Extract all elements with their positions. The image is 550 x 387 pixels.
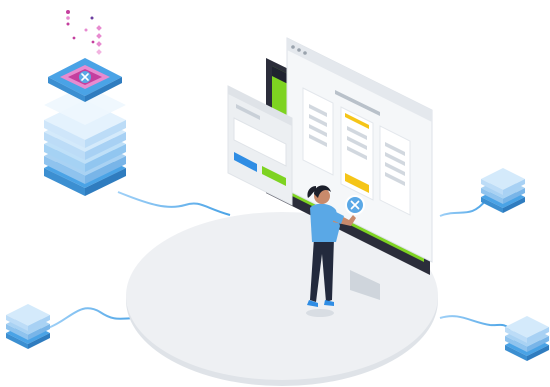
card-column-1 [302,87,334,176]
card-column-3 [379,125,411,216]
node-stack-right-bottom [505,316,549,361]
card-column-2 [340,106,374,201]
node-stack-left-bottom [6,304,50,349]
cable-right-bottom [439,315,511,331]
node-stack-right-top [481,168,525,213]
person-shirt [310,203,340,242]
cable-left-bottom [47,307,141,329]
interaction-bubble [345,195,365,215]
data-particles [66,10,102,55]
cable-left-top [117,191,231,216]
illustration-canvas [6,10,549,386]
x-mark-icon [79,71,91,83]
server-stack [44,10,126,196]
cable-right-top [439,199,487,217]
